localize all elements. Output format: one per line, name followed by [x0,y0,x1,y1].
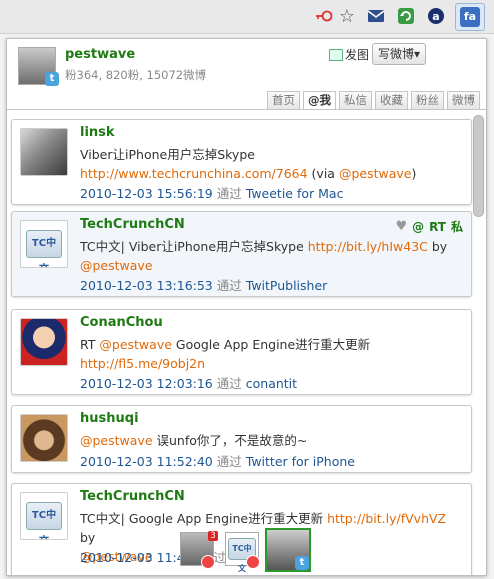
via-label: 通过 [216,186,242,201]
upload-picture-label: 发图 [345,48,370,62]
tab-direct-messages[interactable]: 私信 [339,91,372,109]
status-by: by [427,239,448,254]
key-icon[interactable] [314,6,334,26]
picture-icon [329,48,343,61]
status-username[interactable]: TechCrunchCN [80,489,185,504]
status-text-body: TC中文| Viber让iPhone用户忘掉Skype [80,239,308,254]
account-avatar[interactable]: TC中文 [225,532,260,573]
avatar[interactable]: t [18,47,59,86]
tab-divider [7,109,486,110]
mention-link[interactable]: @pestwave [80,258,153,273]
status-username[interactable]: TechCrunchCN [80,217,185,232]
status-via-open: (via [307,166,339,181]
status-link[interactable]: http://www.techcrunchina.com/7664 [80,166,308,181]
star-icon[interactable]: ☆ [337,6,357,27]
techcrunch-logo-icon: TC中文 [26,230,62,267]
status-rt-prefix: RT [80,337,100,352]
status-time[interactable]: 2010-12-03 13:16:53 [80,278,213,293]
status-link[interactable]: http://bit.ly/hIw43C [308,239,428,254]
via-label: 通过 [216,454,242,469]
avatar[interactable] [20,128,68,176]
status-via-close: ) [411,166,417,181]
status-time[interactable]: 2010-12-03 11:52:40 [80,454,213,469]
favorite-icon[interactable]: ♥ [395,219,407,234]
write-weibo-button[interactable]: 写微博▾ [372,43,427,65]
weibo-badge-icon [246,555,260,569]
status-text-body: Google App Engine进行重大更新 [171,337,371,352]
status-text: @pestwave 误unfo你了，不是故意的~ [80,431,460,450]
status-link[interactable]: http://fl5.me/9obj2n [80,356,205,371]
via-label: 通过 [216,376,242,391]
account-stats: 粉364, 820粉, 15072微博 [65,68,207,82]
account-avatar[interactable]: 3 [180,531,218,569]
status-meta: 2010-12-03 11:52:40 通过 Twitter for iPhon… [80,451,355,470]
status-username[interactable]: ConanChou [80,315,163,330]
current-username[interactable]: pestwave [65,47,135,62]
fa-icon[interactable]: fa [455,3,485,31]
status-meta: 2010-12-03 12:03:16 通过 conantit [80,373,297,392]
avatar[interactable] [20,414,68,462]
avatar[interactable]: TC中文 [20,220,68,268]
weibo-badge-icon [201,555,215,569]
status-text-body: TC中文| Google App Engine进行重大更新 [80,511,328,526]
upload-picture-button[interactable]: 发图 [329,46,369,63]
techcrunch-logo-icon: TC中文 [26,502,62,539]
fa-icon-label: fa [460,7,480,27]
tab-followers[interactable]: 粉丝 [411,91,444,109]
mention-link[interactable]: @pestwave [80,433,153,448]
avatar[interactable] [20,318,68,366]
retweet-button[interactable]: RT [429,220,446,234]
reply-button[interactable]: @ [412,220,424,234]
mention-link[interactable]: @pestwave [99,337,172,352]
popup-header: t pestwave 粉364, 820粉, 15072微博 发图 写微博▾ 首… [7,39,486,111]
a-icon[interactable]: a [426,6,446,26]
status-username[interactable]: linsk [80,125,115,140]
status-time[interactable]: 2010-12-03 15:56:19 [80,186,213,201]
svg-text:a: a [432,10,439,23]
tab-my-weibo[interactable]: 微博 [447,91,480,109]
status-item: linsk Viber让iPhone用户忘掉Skype http://www.t… [11,119,472,205]
status-source[interactable]: conantit [246,376,297,391]
status-text-body: Viber让iPhone用户忘掉Skype [80,147,255,162]
status-list[interactable]: linsk Viber让iPhone用户忘掉Skype http://www.t… [7,111,486,575]
status-text-body: 误unfo你了，不是故意的~ [152,433,308,448]
twitter-badge-icon: t [45,72,59,86]
tab-mentions[interactable]: @我 [303,91,336,109]
status-item: TC中文 TechCrunchCN ♥ @ RT 私 TC中文| Viber让i… [11,211,472,297]
active-account-avatar[interactable]: t [265,528,311,572]
twitter-badge-icon: t [295,556,309,570]
tab-favorites[interactable]: 收藏 [375,91,408,109]
timeline-tabs: 首页 @我 私信 收藏 粉丝 微博 [267,91,480,109]
status-item: hushuqi @pestwave 误unfo你了，不是故意的~ 2010-12… [11,405,472,473]
status-source[interactable]: TwitPublisher [246,278,328,293]
status-source[interactable]: Tweetie for Mac [246,186,344,201]
status-by: by [80,530,96,545]
status-text: Viber让iPhone用户忘掉Skype http://www.techcru… [80,145,460,183]
status-text: TC中文| Viber让iPhone用户忘掉Skype http://bit.l… [80,237,460,275]
status-time[interactable]: 2010-12-03 12:03:16 [80,376,213,391]
browser-toolbar: ☆ a fa [0,0,494,34]
status-text: RT @pestwave Google App Engine进行重大更新 htt… [80,335,460,373]
refresh-icon[interactable] [396,6,416,26]
status-source[interactable]: Twitter for iPhone [246,454,355,469]
scrollbar[interactable] [473,115,484,217]
via-label: 通过 [216,278,242,293]
mention-link[interactable]: @pestwave [339,166,412,181]
status-meta: 2010-12-03 15:56:19 通过 Tweetie for Mac [80,183,343,202]
account-dock: 3 TC中文 t [178,528,318,573]
direct-message-button[interactable]: 私 [451,218,463,235]
weibo-popup: t pestwave 粉364, 820粉, 15072微博 发图 写微博▾ 首… [6,38,487,576]
status-link[interactable]: http://bit.ly/fVvhVZ [327,511,446,526]
unread-count-badge: 3 [208,531,218,541]
status-actions: ♥ @ RT 私 [395,218,463,235]
status-item: ConanChou RT @pestwave Google App Engine… [11,309,472,395]
status-username[interactable]: hushuqi [80,411,139,426]
mail-icon[interactable] [366,6,386,26]
avatar[interactable]: TC中文 [20,492,68,540]
tab-home[interactable]: 首页 [267,91,300,109]
status-meta: 2010-12-03 13:16:53 通过 TwitPublisher [80,275,327,294]
